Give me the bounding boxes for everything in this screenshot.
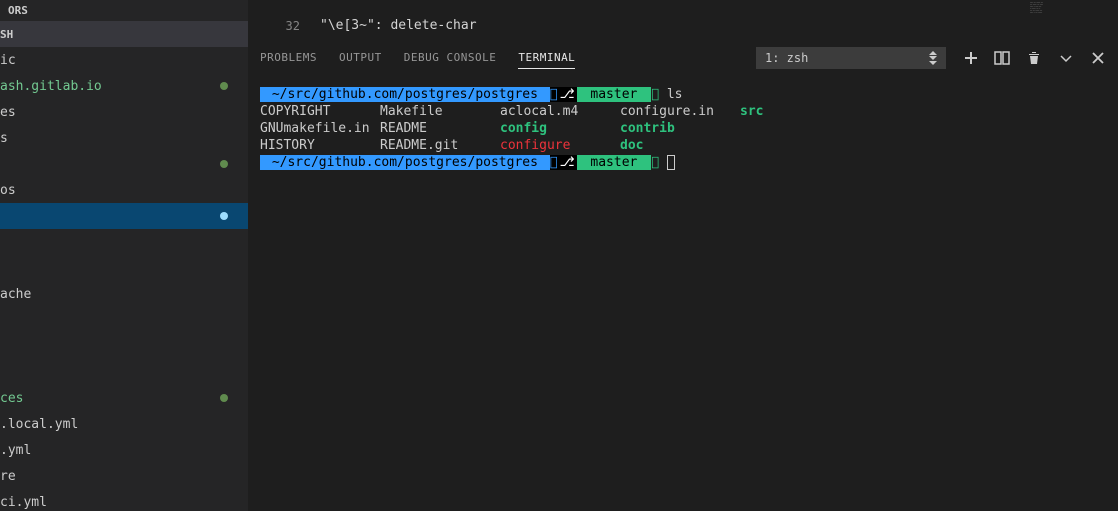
- prompt-branch: master: [577, 87, 652, 102]
- sidebar-item[interactable]: SH: [0, 21, 248, 47]
- line-number: 32: [260, 19, 300, 33]
- sidebar-item-label: re: [0, 469, 16, 484]
- sidebar-item-label: .local.yml: [0, 417, 78, 432]
- file-explorer-sidebar: ORS SH ic ash.gitlab.io es s os ache ces: [0, 0, 248, 511]
- sidebar-item-label: ci.yml: [0, 495, 47, 510]
- sidebar-item[interactable]: ic: [0, 47, 248, 73]
- sidebar-item[interactable]: ache: [0, 281, 248, 307]
- terminal-body[interactable]: ~/src/github.com/postgres/postgres ⎇ ma…: [248, 79, 1118, 511]
- prompt-branch: master: [577, 155, 652, 170]
- terminal-output-line: COPYRIGHTMakefileaclocal.m4configure.ins…: [260, 104, 1106, 121]
- terminal-output-line: HISTORYREADME.gitconfiguredoc: [260, 138, 1106, 155]
- trash-icon[interactable]: [1026, 50, 1042, 66]
- modified-dot-icon: [220, 394, 228, 402]
- sidebar-item-label: ache: [0, 287, 31, 302]
- tab-debug-console[interactable]: DEBUG CONSOLE: [404, 47, 497, 69]
- close-panel-icon[interactable]: [1090, 50, 1106, 66]
- sidebar-item-label: s: [0, 131, 8, 146]
- tab-problems[interactable]: PROBLEMS: [260, 47, 317, 69]
- terminal-output-line: GNUmakefile.inREADMEconfigcontrib: [260, 121, 1106, 138]
- sidebar-item[interactable]: ces: [0, 385, 248, 411]
- panel-tabs: PROBLEMS OUTPUT DEBUG CONSOLE TERMINAL: [260, 47, 575, 69]
- sidebar-item[interactable]: ci.yml: [0, 489, 248, 511]
- sidebar-item[interactable]: os: [0, 177, 248, 203]
- sidebar-item[interactable]: ash.gitlab.io: [0, 73, 248, 99]
- sidebar-item[interactable]: .yml: [0, 437, 248, 463]
- terminal-prompt-line: ~/src/github.com/postgres/postgres ⎇ ma…: [260, 87, 1106, 104]
- sidebar-item[interactable]: [0, 151, 248, 177]
- sidebar-item-label: SH: [0, 28, 13, 41]
- sidebar-item[interactable]: s: [0, 125, 248, 151]
- sidebar-item[interactable]: [0, 307, 248, 333]
- terminal-selector-dropdown[interactable]: 1: zsh: [756, 47, 946, 69]
- modified-dot-icon: [220, 82, 228, 90]
- sidebar-item[interactable]: .local.yml: [0, 411, 248, 437]
- split-terminal-icon[interactable]: [994, 50, 1010, 66]
- prompt-path: ~/src/github.com/postgres/postgres: [260, 87, 550, 102]
- sidebar-item-label: os: [0, 183, 16, 198]
- tab-output[interactable]: OUTPUT: [339, 47, 382, 69]
- terminal-cursor: [667, 155, 675, 170]
- modified-dot-icon: [220, 160, 228, 168]
- new-terminal-icon[interactable]: [962, 50, 978, 66]
- sidebar-section-header: ORS: [0, 0, 248, 21]
- minimap[interactable]: ▬▬▬ ▬▬ ▬▬▬▬ ▬▬ ▬▬ ▬▬▬▬ ▬▬ ▬▬▬ ▬▬▬ ▬ ▬▬▬ …: [1028, 0, 1118, 35]
- panel-actions: 1: zsh: [756, 47, 1106, 69]
- sidebar-item[interactable]: re: [0, 463, 248, 489]
- modified-dot-icon: [220, 212, 228, 220]
- terminal-prompt-line: ~/src/github.com/postgres/postgres ⎇ ma…: [260, 155, 1106, 172]
- editor-area[interactable]: 32 "\e[3~": delete-char ▬▬▬ ▬▬ ▬▬▬▬ ▬▬ ▬…: [248, 0, 1118, 35]
- sidebar-item[interactable]: [0, 229, 248, 255]
- git-branch-icon: ⎇: [558, 87, 577, 102]
- tab-terminal[interactable]: TERMINAL: [518, 47, 575, 69]
- sidebar-item-label: .yml: [0, 443, 31, 458]
- prompt-path: ~/src/github.com/postgres/postgres: [260, 155, 550, 170]
- git-branch-icon: ⎇: [558, 155, 577, 170]
- sidebar-item[interactable]: es: [0, 99, 248, 125]
- sidebar-item-label: ash.gitlab.io: [0, 79, 102, 94]
- sidebar-item[interactable]: [0, 359, 248, 385]
- terminal-selector-label: 1: zsh: [765, 51, 808, 65]
- sidebar-item[interactable]: [0, 333, 248, 359]
- sidebar-item-label: ic: [0, 53, 16, 68]
- chevron-down-icon[interactable]: [1058, 50, 1074, 66]
- terminal-command: ls: [659, 87, 682, 102]
- sidebar-item-selected[interactable]: [0, 203, 248, 229]
- panel-header: PROBLEMS OUTPUT DEBUG CONSOLE TERMINAL 1…: [248, 35, 1118, 79]
- sidebar-item[interactable]: [0, 255, 248, 281]
- editor-line-content: "\e[3~": delete-char: [320, 18, 477, 33]
- sidebar-item-label: es: [0, 105, 16, 120]
- main-area: 32 "\e[3~": delete-char ▬▬▬ ▬▬ ▬▬▬▬ ▬▬ ▬…: [248, 0, 1118, 511]
- sidebar-item-label: ces: [0, 391, 23, 406]
